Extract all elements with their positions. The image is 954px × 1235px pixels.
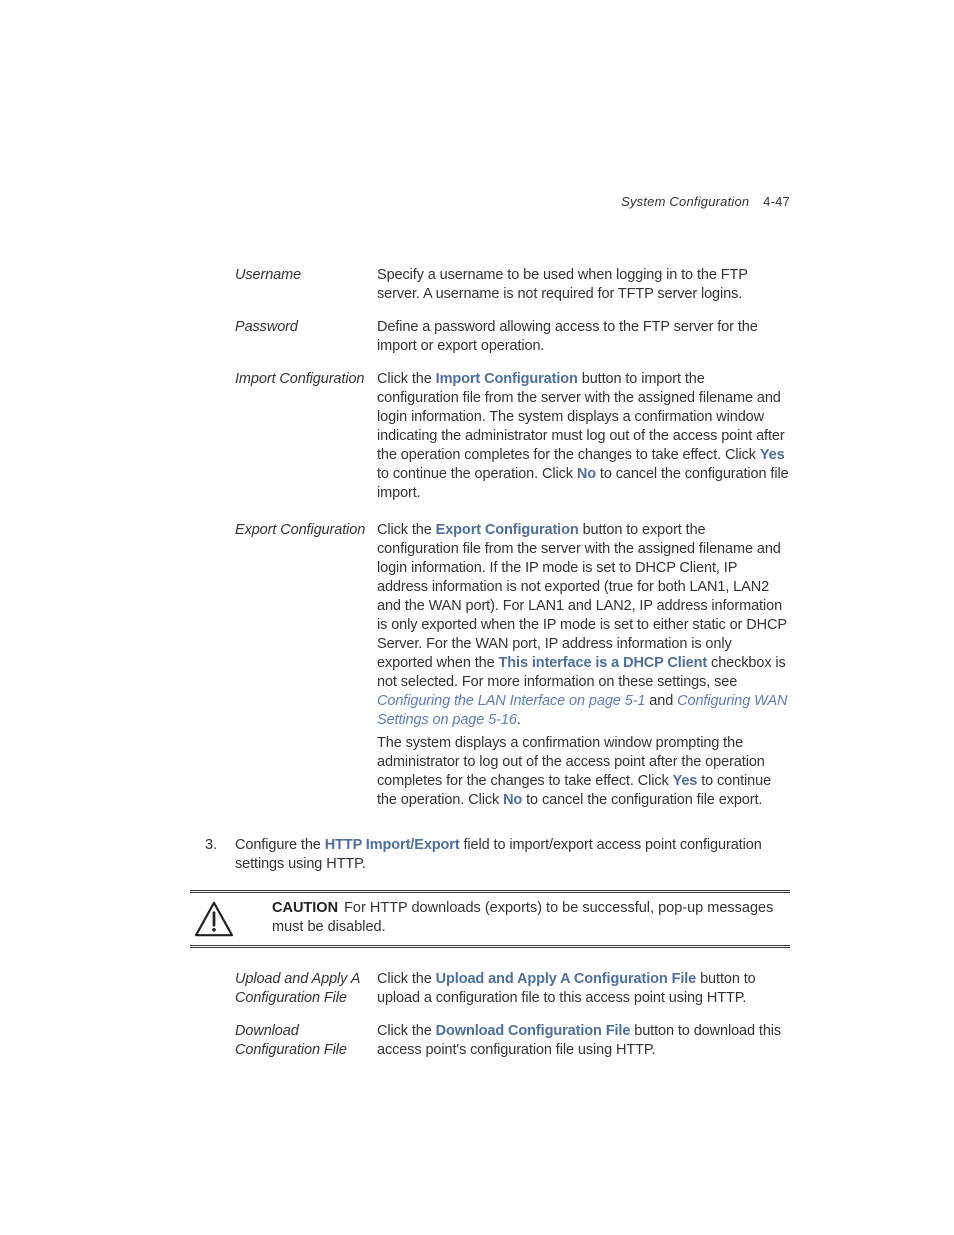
text: Click the [377, 1023, 436, 1039]
no-label: No [503, 792, 522, 808]
desc-export-configuration: Click the Export Configuration button to… [377, 521, 790, 814]
text: . [517, 712, 521, 728]
page: System Configuration 4-47 Username Speci… [0, 0, 954, 1235]
yes-label: Yes [760, 447, 785, 463]
def-row-upload-apply: Upload and Apply A Configuration File Cl… [235, 970, 790, 1008]
header-section-title: System Configuration [621, 194, 749, 209]
text: and [645, 693, 677, 709]
term-upload-apply: Upload and Apply A Configuration File [235, 970, 377, 1008]
download-button-label: Download Configuration File [436, 1023, 631, 1039]
text: to continue the operation. Click [377, 466, 577, 482]
caution-text: CAUTIONFor HTTP downloads (exports) to b… [254, 899, 790, 937]
step-body: Configure the HTTP Import/Export field t… [235, 836, 790, 874]
term-password: Password [235, 318, 377, 356]
text: Click the [377, 371, 436, 387]
def-row-download: Download Configuration File Click the Do… [235, 1022, 790, 1060]
desc-download: Click the Download Configuration File bu… [377, 1022, 790, 1060]
link-configuring-lan-interface[interactable]: Configuring the LAN Interface on page 5-… [377, 693, 645, 709]
text: button to export the configuration file … [377, 522, 787, 671]
step-3: 3. Configure the HTTP Import/Export fiel… [205, 836, 790, 874]
running-header: System Configuration 4-47 [621, 194, 790, 209]
term-export-configuration: Export Configuration [235, 521, 377, 814]
term-download: Download Configuration File [235, 1022, 377, 1060]
caution-message: For HTTP downloads (exports) to be succe… [272, 900, 773, 935]
dhcp-client-checkbox-label: This interface is a DHCP Client [499, 655, 708, 671]
yes-label: Yes [673, 773, 698, 789]
header-page-ref: 4-47 [763, 194, 790, 209]
text: Configure the [235, 837, 325, 853]
import-configuration-button-label: Import Configuration [436, 371, 578, 387]
def-row-export-configuration: Export Configuration Click the Export Co… [235, 521, 790, 814]
term-username: Username [235, 266, 377, 304]
def-row-password: Password Define a password allowing acce… [235, 318, 790, 356]
desc-upload-apply: Click the Upload and Apply A Configurati… [377, 970, 790, 1008]
desc-password: Define a password allowing access to the… [377, 318, 790, 356]
caution-icon [190, 899, 254, 937]
content-area: Username Specify a username to be used w… [235, 194, 790, 1060]
divider-bottom [190, 945, 790, 948]
caution-body: CAUTIONFor HTTP downloads (exports) to b… [190, 893, 790, 945]
text: to cancel the configuration file export. [522, 792, 762, 808]
http-import-export-label: HTTP Import/Export [325, 837, 460, 853]
no-label: No [577, 466, 596, 482]
desc-username: Specify a username to be used when loggi… [377, 266, 790, 304]
upload-apply-button-label: Upload and Apply A Configuration File [436, 971, 697, 987]
text: Click the [377, 522, 436, 538]
term-import-configuration: Import Configuration [235, 370, 377, 507]
caution-box: CAUTIONFor HTTP downloads (exports) to b… [190, 890, 790, 948]
text: Click the [377, 971, 436, 987]
def-row-import-configuration: Import Configuration Click the Import Co… [235, 370, 790, 507]
step-number: 3. [205, 836, 235, 874]
caution-label: CAUTION [272, 900, 338, 916]
def-row-username: Username Specify a username to be used w… [235, 266, 790, 304]
desc-import-configuration: Click the Import Configuration button to… [377, 370, 790, 507]
export-configuration-button-label: Export Configuration [436, 522, 579, 538]
